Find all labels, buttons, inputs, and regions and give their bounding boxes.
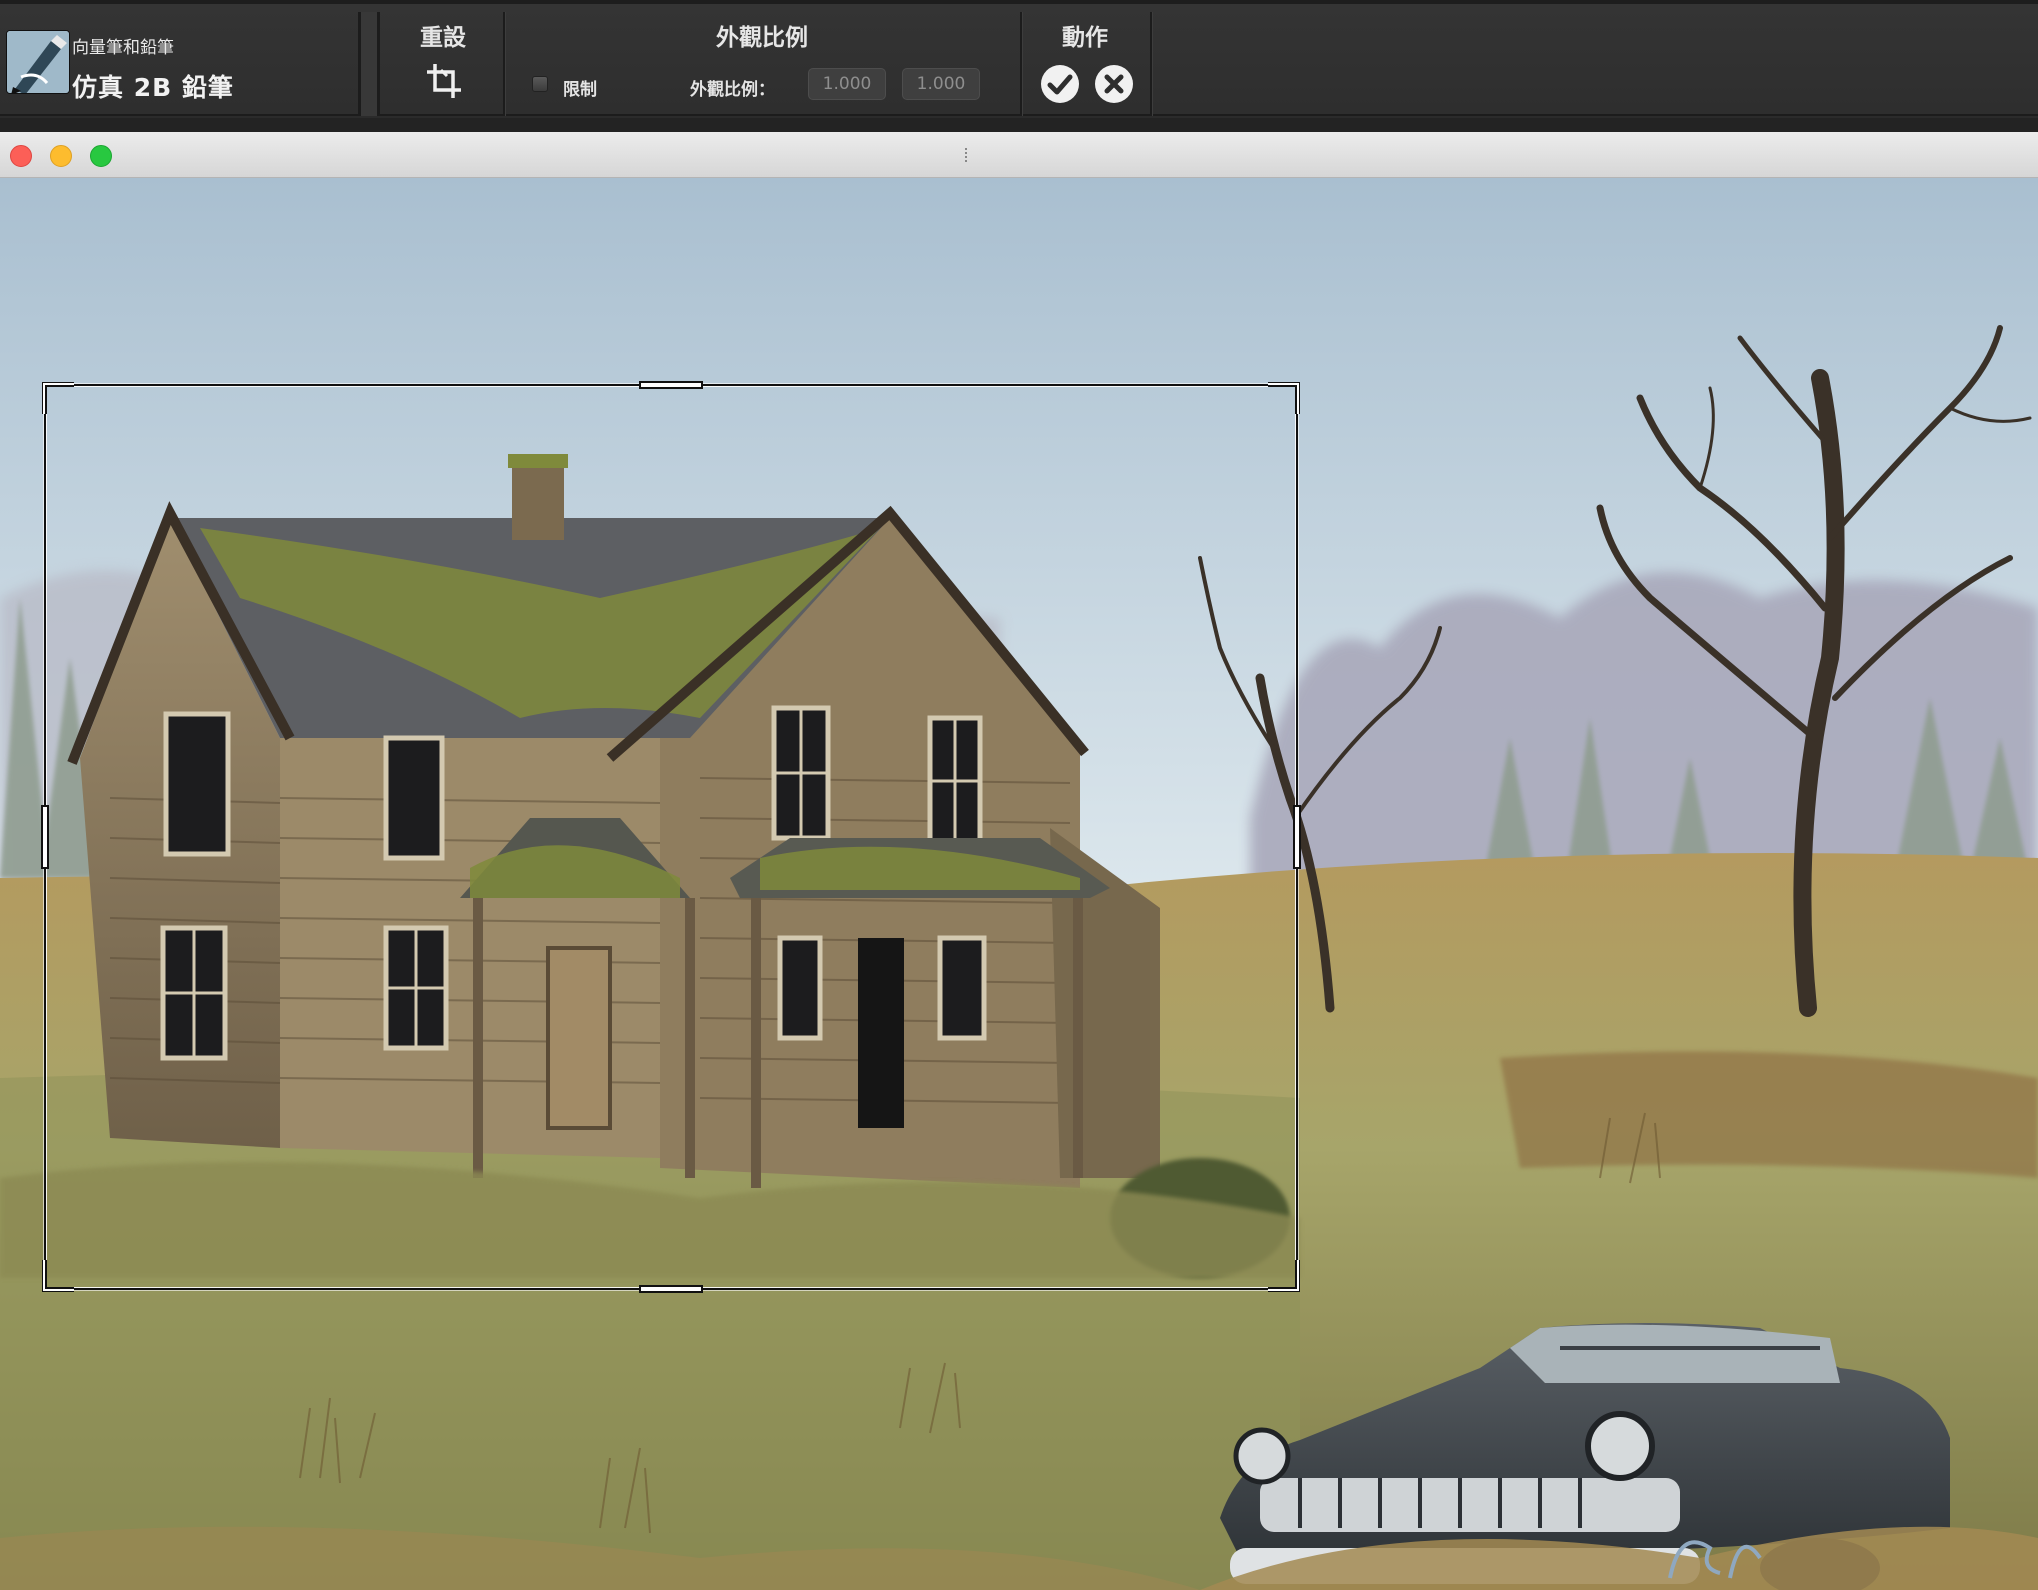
crop-handle-bottom-right[interactable] xyxy=(1266,1258,1300,1292)
window-close-button[interactable] xyxy=(10,145,32,167)
crop-handle-top-right[interactable] xyxy=(1266,382,1300,416)
toolbar-separator xyxy=(503,12,506,116)
aspect-ratio-label: 外觀比例： xyxy=(690,80,775,100)
checkmark-icon[interactable] xyxy=(1041,65,1079,103)
crop-reset-icon[interactable] xyxy=(425,62,463,100)
toolbar-separator xyxy=(1150,12,1153,116)
property-bar: 向量筆和鉛筆 仿真 2B 鉛筆 重設 外觀比例 限制 外觀比例： 1.000 1… xyxy=(0,0,2038,116)
crop-selection[interactable] xyxy=(41,381,1301,1293)
document-titlebar[interactable] xyxy=(0,132,2038,178)
toolbar-separator xyxy=(358,12,380,116)
toolbar-separator xyxy=(1020,12,1023,116)
crop-handle-right[interactable] xyxy=(1293,805,1301,869)
pencil-brush-icon[interactable] xyxy=(6,30,70,94)
crop-handle-top-left[interactable] xyxy=(42,382,76,416)
toolbar-gap xyxy=(0,118,2038,132)
constrain-checkbox[interactable] xyxy=(532,76,548,92)
ratio-width-field[interactable]: 1.000 xyxy=(808,68,886,100)
crop-handle-top[interactable] xyxy=(639,381,703,389)
document-canvas[interactable] xyxy=(0,178,2038,1590)
titlebar-grip[interactable] xyxy=(965,148,967,162)
brush-category-label[interactable]: 向量筆和鉛筆 xyxy=(72,33,174,58)
window-zoom-button[interactable] xyxy=(90,145,112,167)
aspect-ratio-group-title: 外觀比例 xyxy=(716,25,808,51)
crop-handle-bottom-left[interactable] xyxy=(42,1258,76,1292)
cancel-x-icon[interactable] xyxy=(1095,65,1133,103)
window-minimize-button[interactable] xyxy=(50,145,72,167)
crop-handle-left[interactable] xyxy=(41,805,49,869)
constrain-label[interactable]: 限制 xyxy=(563,75,597,100)
brush-variant-label[interactable]: 仿真 2B 鉛筆 xyxy=(72,68,234,104)
ratio-height-field[interactable]: 1.000 xyxy=(902,68,980,100)
reset-group-title: 重設 xyxy=(420,25,466,51)
actions-group-title: 動作 xyxy=(1062,25,1108,51)
crop-handle-bottom[interactable] xyxy=(639,1285,703,1293)
